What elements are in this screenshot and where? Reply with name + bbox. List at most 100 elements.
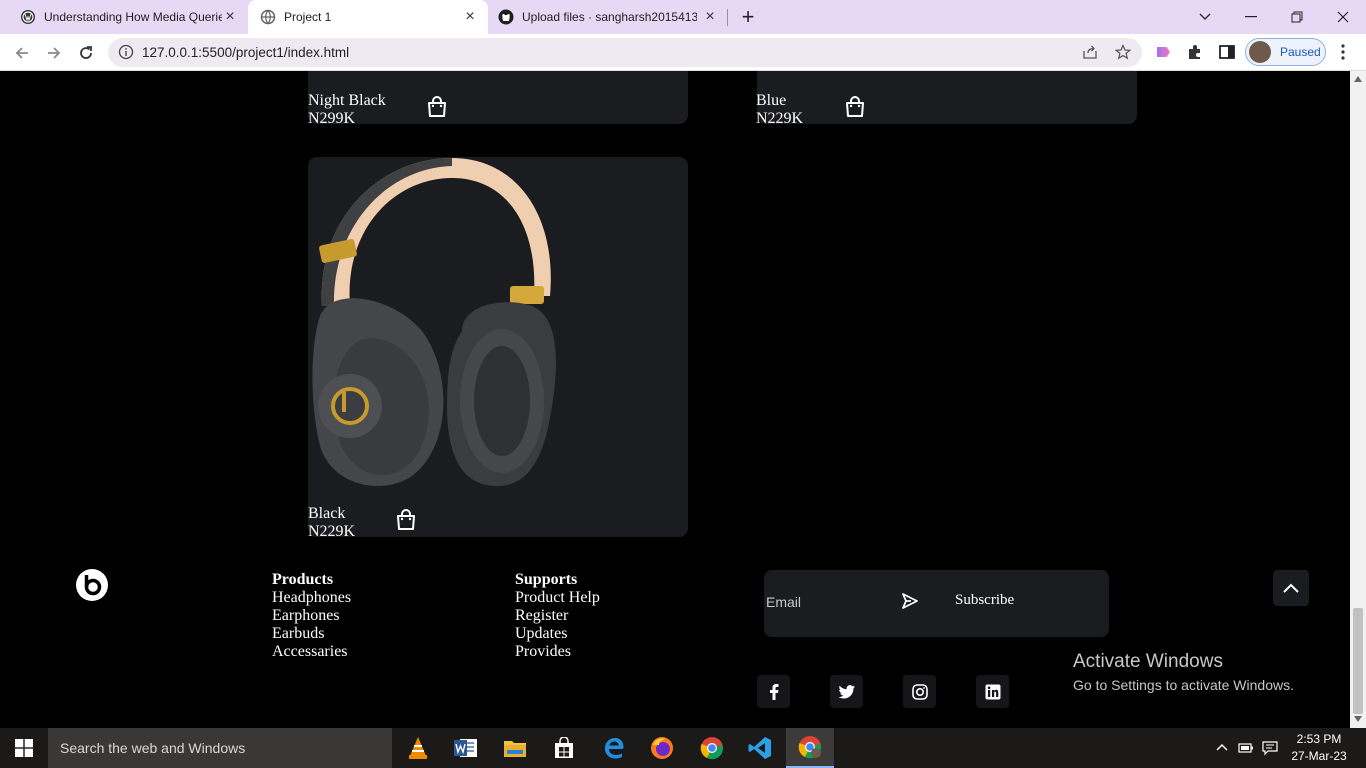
chevron-down-icon (1199, 13, 1211, 21)
twitter-button[interactable] (830, 675, 863, 708)
product-price: N299K (308, 110, 356, 127)
wordpress-favicon-icon (21, 10, 35, 24)
extension-logo-icon[interactable] (1154, 43, 1172, 61)
battery-icon[interactable] (1238, 741, 1254, 755)
footer-link[interactable]: Updates (515, 625, 600, 643)
tab-title: Upload files · sangharsh2015413/ (522, 10, 697, 24)
site-info-icon[interactable] (118, 44, 134, 60)
scroll-to-top-button[interactable] (1273, 570, 1309, 606)
product-info: Black N229K (308, 505, 355, 541)
footer-link[interactable]: Earbuds (272, 625, 351, 643)
tab-media-queries[interactable]: Understanding How Media Querie × (0, 0, 246, 34)
instagram-icon (911, 683, 928, 700)
footer-link[interactable]: Earphones (272, 607, 351, 625)
product-name: Blue (756, 92, 787, 109)
footer-link[interactable]: Accessaries (272, 643, 351, 661)
beats-logo-icon[interactable] (76, 569, 108, 601)
taskbar-vscode[interactable] (736, 728, 784, 768)
close-window-button[interactable] (1320, 0, 1366, 34)
taskbar-file-explorer[interactable] (491, 728, 539, 768)
side-panel-icon[interactable] (1218, 43, 1236, 61)
vlc-icon (409, 737, 427, 759)
taskbar-vlc[interactable] (394, 728, 442, 768)
taskbar-chrome[interactable] (688, 728, 736, 768)
subscribe-form: Subscribe (764, 570, 1109, 637)
taskbar-word[interactable] (442, 728, 490, 768)
footer-column-supports: Supports Product Help Register Updates P… (515, 571, 600, 661)
twitter-icon (838, 684, 855, 698)
send-icon[interactable] (901, 592, 919, 610)
bookmark-star-icon[interactable] (1115, 44, 1131, 60)
page-scrollbar[interactable] (1350, 71, 1366, 728)
share-icon[interactable] (1082, 44, 1098, 60)
browser-toolbar: 127.0.0.1:5500/project1/index.html Pause… (0, 34, 1366, 71)
footer-link[interactable]: Headphones (272, 589, 351, 607)
chevron-up-icon (1283, 583, 1299, 593)
close-icon (1337, 11, 1349, 23)
product-name: Night Black (308, 92, 386, 109)
close-tab-icon[interactable]: × (462, 9, 478, 25)
watermark-title: Activate Windows (1073, 651, 1223, 672)
arrow-right-icon (48, 47, 61, 59)
shopping-bag-icon[interactable] (427, 96, 447, 118)
folder-icon (504, 741, 526, 757)
product-card-blue[interactable] (757, 71, 1137, 124)
footer-link[interactable]: Product Help (515, 589, 600, 607)
page-viewport: Night Black N299K Blue N229K Black N229K… (0, 71, 1350, 728)
close-tab-icon[interactable]: × (702, 9, 718, 25)
tab-project-1[interactable]: Project 1 × (248, 0, 488, 34)
shopping-bag-icon[interactable] (396, 509, 416, 531)
store-icon (555, 737, 573, 758)
taskbar-chrome-profile[interactable] (786, 728, 834, 768)
tab-strip: Understanding How Media Querie × Project… (0, 0, 1366, 34)
windows-logo-icon (15, 739, 33, 757)
puzzle-extensions-icon[interactable] (1186, 43, 1204, 61)
tab-search-button[interactable] (1182, 0, 1228, 34)
scroll-up-arrow-icon[interactable] (1354, 76, 1362, 82)
clock-time: 2:53 PM (1296, 732, 1342, 746)
forward-button[interactable] (41, 40, 67, 66)
tab-upload-files[interactable]: Upload files · sangharsh2015413/ × (488, 0, 728, 34)
profile-button[interactable]: Paused (1245, 38, 1326, 66)
taskbar-search-placeholder: Search the web and Windows (60, 740, 246, 756)
email-input[interactable] (766, 592, 886, 612)
tab-title: Project 1 (284, 10, 332, 24)
close-tab-icon[interactable]: × (222, 9, 238, 25)
back-button[interactable] (9, 40, 35, 66)
taskbar-search[interactable]: Search the web and Windows (48, 728, 392, 768)
chevron-up-icon[interactable] (1216, 743, 1228, 751)
footer-link[interactable]: Register (515, 607, 600, 625)
url-text: 127.0.0.1:5500/project1/index.html (142, 45, 350, 60)
arrow-left-icon (15, 47, 28, 59)
profile-status: Paused (1280, 45, 1321, 59)
firefox-icon (651, 737, 673, 759)
taskbar-store[interactable] (540, 728, 588, 768)
new-tab-button[interactable]: + (738, 6, 758, 28)
linkedin-button[interactable] (976, 675, 1009, 708)
subscribe-button[interactable]: Subscribe (955, 592, 1014, 609)
tab-separator (727, 9, 728, 26)
scroll-down-arrow-icon[interactable] (1354, 716, 1362, 722)
message-icon[interactable] (1262, 740, 1278, 756)
shopping-bag-icon[interactable] (845, 96, 865, 118)
footer-link[interactable]: Provides (515, 643, 600, 661)
windows-taskbar: Search the web and Windows 2:53 PM 27-Ma… (0, 728, 1366, 768)
watermark-subtitle: Go to Settings to activate Windows. (1073, 677, 1294, 693)
facebook-button[interactable] (757, 675, 790, 708)
minimize-button[interactable] (1228, 0, 1274, 34)
more-menu-icon[interactable] (1341, 44, 1345, 60)
taskbar-firefox[interactable] (638, 728, 686, 768)
product-price: N229K (756, 110, 804, 127)
start-button[interactable] (0, 728, 48, 768)
reload-button[interactable] (73, 40, 99, 66)
product-price: N229K (308, 523, 356, 540)
restore-button[interactable] (1274, 0, 1320, 34)
chrome-icon (700, 737, 723, 760)
address-bar[interactable]: 127.0.0.1:5500/project1/index.html (108, 38, 1142, 67)
footer-column-products: Products Headphones Earphones Earbuds Ac… (272, 571, 351, 661)
clock-date: 27-Mar-23 (1291, 749, 1347, 763)
scrollbar-thumb[interactable] (1353, 608, 1363, 714)
taskbar-edge[interactable] (590, 728, 638, 768)
taskbar-clock[interactable]: 2:53 PM 27-Mar-23 (1290, 731, 1348, 765)
instagram-button[interactable] (903, 675, 936, 708)
